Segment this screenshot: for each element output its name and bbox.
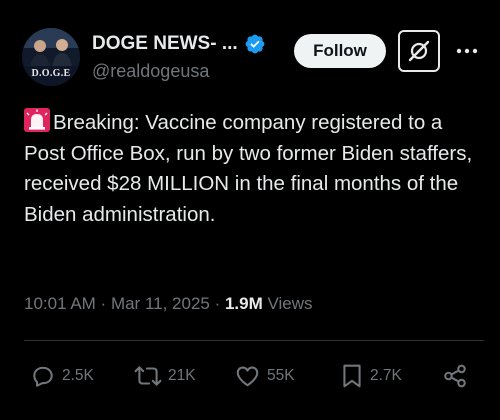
share-icon — [444, 364, 466, 388]
tweet-text: Breaking: Vaccine company registered to … — [24, 108, 484, 230]
tweet-body: Breaking: Vaccine company registered to … — [24, 111, 473, 226]
author-handle[interactable]: @realdogeusa — [92, 61, 209, 82]
follow-button[interactable]: Follow — [294, 34, 386, 68]
bookmark-icon — [343, 364, 361, 388]
more-options-button[interactable] — [452, 36, 482, 66]
name-row: DOGE NEWS- ... — [92, 33, 266, 55]
tweet-date[interactable]: Mar 11, 2025 — [111, 294, 210, 313]
grok-icon — [408, 40, 430, 62]
meta-separator: · — [95, 294, 111, 313]
like-button[interactable]: 55K — [234, 360, 295, 392]
meta-separator: · — [209, 294, 225, 313]
divider — [24, 340, 484, 341]
tweet-time[interactable]: 10:01 AM — [24, 294, 96, 313]
views-count[interactable]: 1.9M — [225, 294, 263, 313]
display-name[interactable]: DOGE NEWS- ... — [92, 33, 238, 55]
action-bar: 2.5K 21K 55K 2.7K — [24, 360, 484, 392]
more-dots-icon — [456, 48, 478, 54]
reply-count: 2.5K — [62, 367, 94, 384]
verified-badge-icon — [244, 33, 266, 55]
repost-button[interactable]: 21K — [134, 360, 196, 392]
heart-icon — [236, 366, 259, 387]
bookmark-button[interactable]: 2.7K — [340, 360, 402, 392]
tweet-card: D.O.G.E DOGE NEWS- ... @realdogeusa Foll… — [0, 0, 500, 420]
bookmark-count: 2.7K — [370, 367, 402, 384]
repost-count: 21K — [168, 367, 196, 384]
reply-button[interactable]: 2.5K — [30, 360, 94, 392]
avatar-text: D.O.G.E — [31, 68, 71, 79]
like-count: 55K — [267, 367, 295, 384]
tweet-meta: 10:01 AM · Mar 11, 2025 · 1.9M Views — [24, 294, 313, 314]
grok-button[interactable] — [398, 30, 440, 72]
avatar[interactable]: D.O.G.E — [22, 28, 80, 86]
siren-icon — [24, 108, 50, 132]
reply-icon — [33, 366, 53, 387]
repost-icon — [134, 366, 162, 386]
views-label: Views — [262, 294, 313, 313]
share-button[interactable] — [442, 360, 468, 392]
